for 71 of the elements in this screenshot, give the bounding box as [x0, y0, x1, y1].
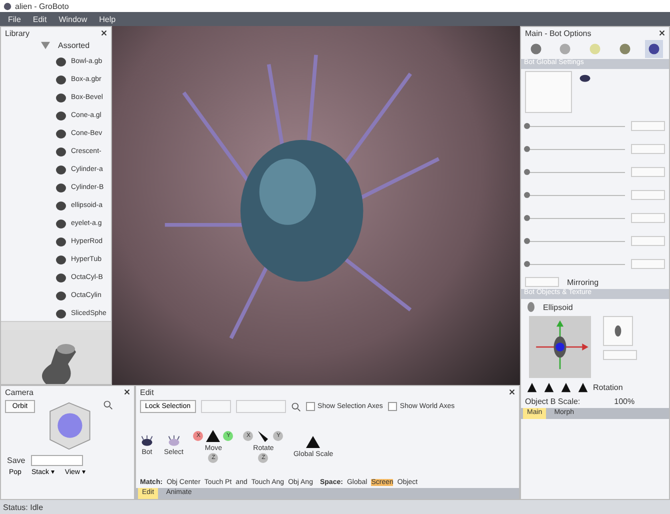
- tool-icon[interactable]: [525, 381, 539, 394]
- rotation-label: Rotation: [593, 383, 623, 392]
- horizontal-scrollbar[interactable]: [1, 321, 111, 330]
- shape-thumbnail-icon: [55, 182, 67, 194]
- close-icon[interactable]: [509, 389, 515, 395]
- save-label: Save: [7, 456, 26, 465]
- number-field[interactable]: [631, 144, 665, 154]
- shape-thumbnail-icon: [55, 236, 67, 248]
- object-name: Ellipsoid: [543, 302, 573, 312]
- scale-value: 100%: [614, 397, 635, 406]
- close-icon[interactable]: [124, 389, 130, 395]
- slider-thumb[interactable]: [524, 122, 530, 128]
- shape-thumbnail-icon: [55, 308, 67, 320]
- option-tab[interactable]: [645, 40, 664, 58]
- menu-item[interactable]: Help: [99, 14, 116, 24]
- ellipsoid-icon: [525, 301, 537, 313]
- tool-icon[interactable]: [559, 381, 573, 394]
- close-icon[interactable]: [659, 30, 665, 36]
- shape-thumbnail-icon: [55, 200, 67, 212]
- shape-thumbnail-icon: [55, 146, 67, 158]
- creature-outline-icon[interactable]: [166, 435, 181, 448]
- triangle-icon[interactable]: [305, 434, 322, 450]
- slider-thumb[interactable]: [524, 192, 530, 198]
- close-icon[interactable]: [101, 30, 107, 36]
- shape-thumbnail-icon: [55, 272, 67, 284]
- panel-title: Main - Bot Options: [525, 28, 592, 38]
- shape-thumbnail-icon: [55, 128, 67, 140]
- checkbox[interactable]: [388, 402, 397, 411]
- slider-thumb[interactable]: [524, 260, 530, 266]
- object-thumbnail: [603, 316, 633, 346]
- number-field[interactable]: [631, 121, 665, 131]
- folder-label[interactable]: Assorted: [58, 40, 90, 50]
- shape-thumbnail-icon: [55, 74, 67, 86]
- zoom-icon[interactable]: [103, 400, 113, 410]
- creature-icon[interactable]: [140, 435, 154, 448]
- slider-thumb[interactable]: [524, 214, 530, 220]
- panel-title: Library: [5, 28, 30, 38]
- checkbox[interactable]: [306, 402, 315, 411]
- slider-thumb[interactable]: [524, 238, 530, 244]
- shape-thumbnail-icon: [55, 92, 67, 104]
- panel-title: Edit: [140, 388, 154, 396]
- zoom-icon[interactable]: [290, 402, 301, 412]
- menu-item[interactable]: Window: [58, 14, 88, 24]
- triangle-icon[interactable]: [205, 428, 222, 444]
- status-text: Status: Idle: [3, 502, 44, 512]
- shape-thumbnail-icon: [55, 290, 67, 302]
- shape-thumbnail-icon: [55, 254, 67, 266]
- shape-thumbnail-icon: [55, 110, 67, 122]
- window-title: alien - GroBoto: [15, 2, 69, 10]
- app-icon: [3, 2, 12, 10]
- tool-icon[interactable]: [576, 381, 590, 394]
- number-field[interactable]: [631, 236, 665, 246]
- slider-thumb[interactable]: [524, 146, 530, 152]
- number-field[interactable]: [631, 213, 665, 223]
- preview-box: [525, 71, 572, 113]
- mirroring-label: Mirroring: [567, 278, 599, 286]
- number-field[interactable]: [631, 259, 665, 269]
- camera-name-field[interactable]: [31, 455, 84, 466]
- expand-triangle-icon[interactable]: [41, 40, 50, 50]
- menu-item[interactable]: Edit: [32, 14, 47, 24]
- scale-label: Object B Scale:: [525, 397, 580, 406]
- input-field[interactable]: [603, 350, 637, 360]
- number-field[interactable]: [631, 167, 665, 177]
- shape-thumbnail-icon: [55, 56, 67, 68]
- shape-thumbnail-icon: [55, 164, 67, 176]
- slider-thumb[interactable]: [524, 168, 530, 174]
- panel-title: Camera: [5, 388, 34, 396]
- number-field[interactable]: [631, 190, 665, 200]
- shape-thumbnail-icon: [55, 218, 67, 230]
- menu-item[interactable]: File: [8, 14, 21, 24]
- tool-icon[interactable]: [542, 381, 556, 394]
